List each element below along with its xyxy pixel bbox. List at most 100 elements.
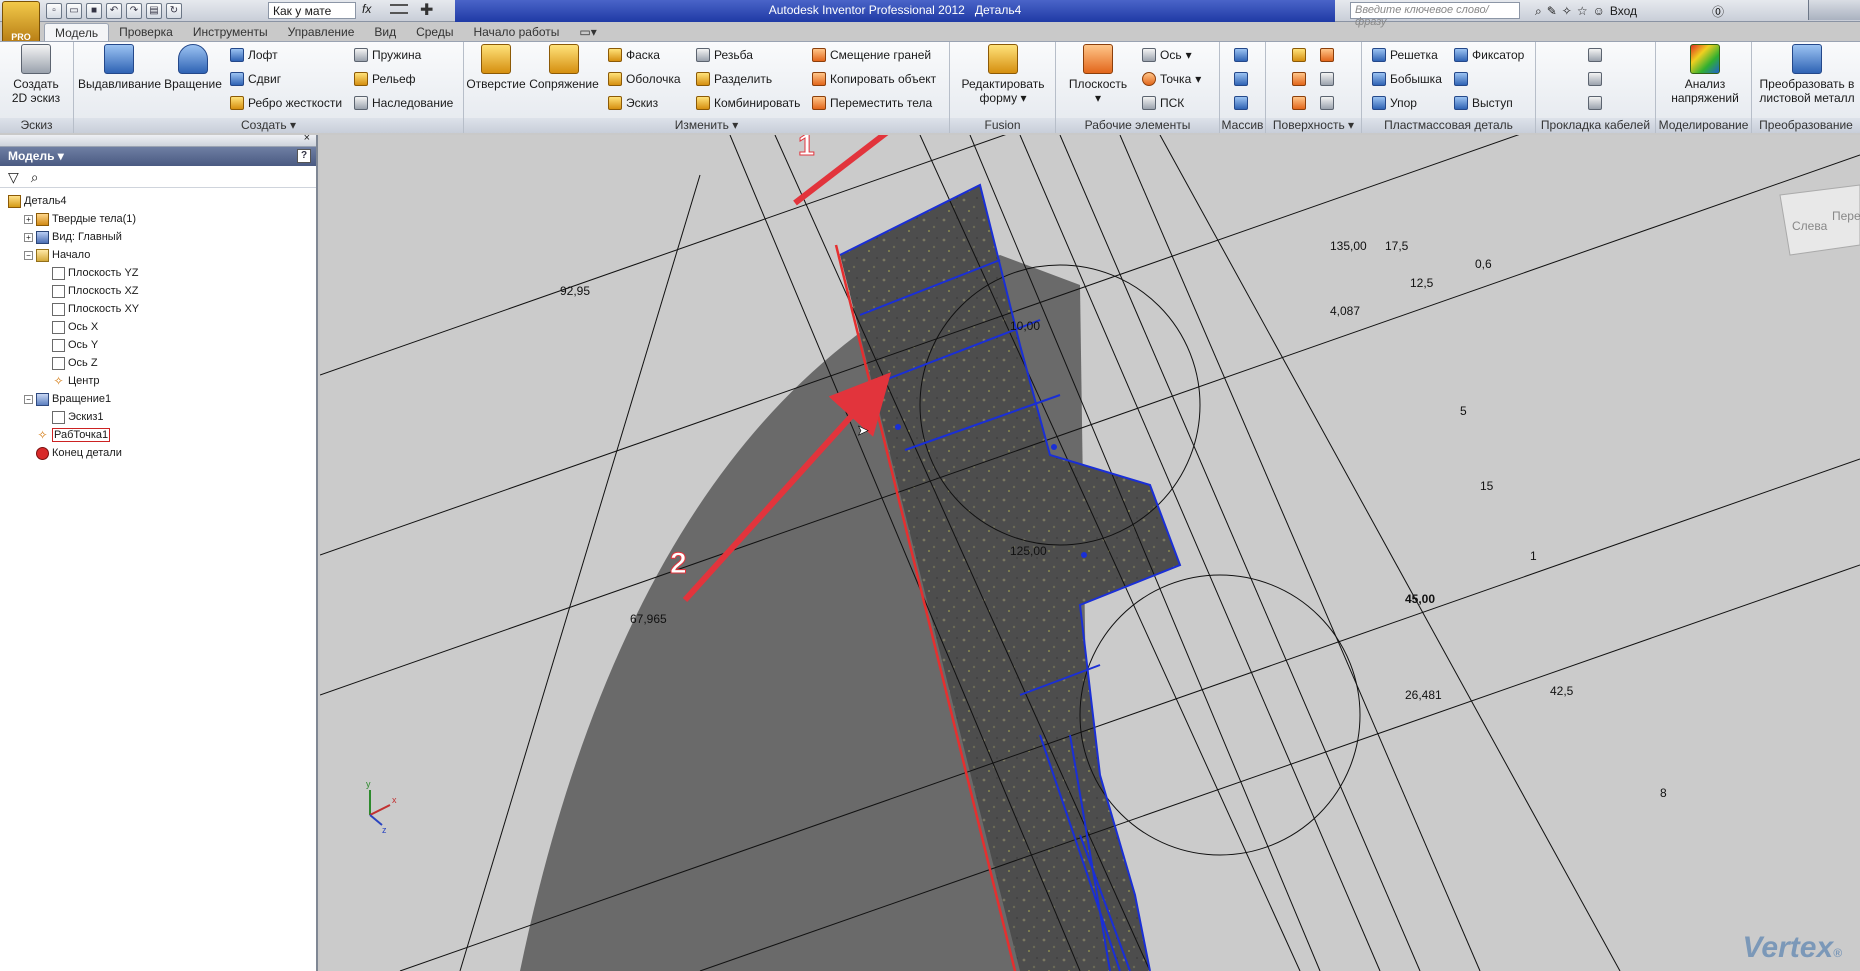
boss-button[interactable]: Бобышка [1372,70,1442,88]
undo-icon[interactable]: ↶ [106,3,122,19]
ucs-button[interactable]: ПСК [1142,94,1184,112]
combine-button[interactable]: Комбинировать [696,94,800,112]
circ-pattern-button[interactable] [1234,70,1248,88]
expander-icon[interactable]: − [24,250,33,260]
tree-node[interactable]: Плоскость XY [2,300,314,318]
tree-node[interactable]: Конец детали [2,444,314,462]
draft-button[interactable]: Эскиз [608,94,658,112]
tree-node[interactable]: − Вращение1 [2,390,314,408]
application-menu-button[interactable]: PRO [2,1,40,45]
open-folder-icon[interactable]: ▭ [66,3,82,19]
emboss-button[interactable]: Рельеф [354,70,416,88]
browser-header[interactable]: Модель ▾? [0,147,316,166]
dimension-label[interactable]: 125,00 [1010,544,1047,558]
viewcube-left-face[interactable]: Слева [1792,219,1828,233]
dimension-label[interactable]: 0,6 [1475,257,1492,271]
work-point-marker[interactable] [895,424,901,430]
viewcube[interactable]: Слева Пере [1779,184,1860,256]
browser-grip[interactable]: × [0,132,316,147]
lip-button[interactable]: Выступ [1454,94,1513,112]
stitch-button[interactable] [1292,46,1306,64]
dimension-label[interactable]: 45,00 [1405,592,1435,606]
save-icon[interactable]: ■ [86,3,102,19]
expander-icon[interactable]: + [24,232,33,242]
plus-icon[interactable]: ✚ [420,0,433,20]
fx-parameters-icon[interactable]: fx [362,2,371,16]
rect-pattern-button[interactable] [1234,46,1248,64]
panel-modify-label[interactable]: Изменить ▾ [464,118,949,133]
tab-manage[interactable]: Управление [278,23,365,42]
rib-button[interactable]: Ребро жесткости [230,94,342,112]
fillet-button[interactable]: Сопряжение [528,44,600,91]
update-icon[interactable]: ↻ [166,3,182,19]
thread-button[interactable]: Резьба [696,46,753,64]
coil-button[interactable]: Пружина [354,46,421,64]
expander-icon[interactable]: + [24,214,33,224]
dimension-label[interactable]: 26,481 [1405,688,1442,702]
dimension-label[interactable]: 17,5 [1385,239,1409,253]
copy-object-button[interactable]: Копировать объект [812,70,936,88]
binoculars-icon[interactable]: ⌕ [1535,4,1542,19]
cable-pin-button[interactable] [1588,94,1602,112]
dimension-label[interactable]: 10,00 [1010,319,1040,333]
create-2d-sketch-button[interactable]: Создать 2D эскиз [6,44,66,105]
wrench-icon[interactable]: ✎ [1547,4,1557,18]
delete-face-button[interactable] [1320,94,1334,112]
panel-create-label[interactable]: Создать ▾ [74,118,463,133]
snap-fit-button[interactable]: Фиксатор [1454,46,1524,64]
user-icon[interactable]: ☺ [1593,4,1605,18]
redo-icon[interactable]: ↷ [126,3,142,19]
loft-button[interactable]: Лофт [230,46,278,64]
tree-node[interactable]: + Вид: Главный [2,228,314,246]
dimension-label[interactable]: 135,00 [1330,239,1367,253]
patch-button[interactable] [1320,46,1334,64]
search-input[interactable]: Введите ключевое слово/фразу [1350,2,1520,28]
hole-button[interactable]: Отверстие [466,44,526,91]
comm-icon[interactable]: ✧ [1562,4,1572,18]
measure-icon[interactable] [390,4,408,14]
point-button[interactable]: Точка ▾ [1142,70,1201,88]
tab-environments[interactable]: Среды [406,23,463,42]
tree-node[interactable]: ✧ Центр [2,372,314,390]
close-icon[interactable]: × [304,132,310,144]
replace-face-button[interactable] [1292,94,1306,112]
sweep-button[interactable]: Сдвиг [230,70,281,88]
dimension-label[interactable]: 92,95 [560,284,590,298]
edit-form-button[interactable]: Редактировать форму ▾ [954,44,1052,105]
tree-node[interactable]: Эскиз1 [2,408,314,426]
tree-node[interactable]: Деталь4 [2,192,314,210]
tab-inspect[interactable]: Проверка [109,23,183,42]
panel-surface-label[interactable]: Поверхность ▾ [1266,118,1361,133]
convert-sheet-metal-button[interactable]: Преобразовать в листовой металл [1756,44,1858,105]
ribbon-options-icon[interactable]: ▭▾ [569,23,606,42]
model-canvas[interactable]: 92,95 135,00 17,5 0,6 12,5 4,087 10,00 5… [320,135,1860,971]
dimension-label[interactable]: 5 [1460,404,1467,418]
tree-node[interactable]: Ось Z [2,354,314,372]
new-file-icon[interactable]: ▫ [46,3,62,19]
trim-button[interactable] [1320,70,1334,88]
dimension-label[interactable]: 42,5 [1550,684,1574,698]
expander-icon[interactable]: − [24,394,33,404]
dimension-label[interactable]: 4,087 [1330,304,1360,318]
rest-button[interactable]: Упор [1372,94,1417,112]
window-controls[interactable] [1808,0,1860,20]
shell-button[interactable]: Оболочка [608,70,681,88]
grill-button[interactable]: Решетка [1372,46,1438,64]
dimension-label[interactable]: 1 [1530,549,1537,563]
axis-button[interactable]: Ось ▾ [1142,46,1192,64]
tab-tools[interactable]: Инструменты [183,23,278,42]
tree-node[interactable]: + Твердые тела(1) [2,210,314,228]
find-icon[interactable]: ⌕ [31,169,39,185]
graphics-window[interactable]: 92,95 135,00 17,5 0,6 12,5 4,087 10,00 5… [320,135,1860,971]
chamfer-button[interactable]: Фаска [608,46,660,64]
route-button[interactable] [1588,70,1602,88]
stress-analysis-button[interactable]: Анализ напряжений [1662,44,1748,105]
tree-node[interactable]: ✧ РабТочка1 [2,426,314,444]
star-icon[interactable]: ☆ [1577,4,1588,18]
thicken-button[interactable]: Смещение граней [812,46,931,64]
tab-view[interactable]: Вид [364,23,406,42]
help-icon[interactable]: ⓪ [1712,3,1724,20]
tree-node[interactable]: Ось Y [2,336,314,354]
plane-button[interactable]: Плоскость ▾ [1066,44,1130,105]
filter-icon[interactable]: ▽ [8,169,19,185]
